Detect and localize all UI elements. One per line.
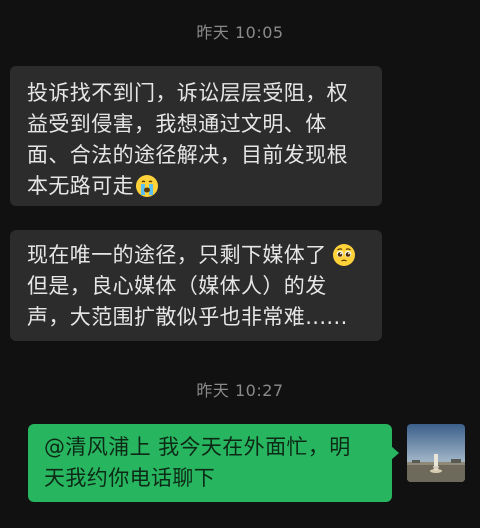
timestamp: 昨天 10:05 — [196, 23, 284, 42]
pleading-face-emoji — [332, 244, 355, 266]
message-line: 声，大范围扩散似乎也非常难...... — [27, 305, 348, 329]
crying-face-emoji — [136, 175, 158, 197]
message-line-text: 现在唯一的途径，只剩下媒体了 — [27, 243, 327, 267]
message-line: 天我约你电话聊下 — [44, 466, 216, 490]
message-line: @清风浦上 我今天在外面忙，明 — [44, 435, 351, 459]
incoming-message-bubble[interactable]: 投诉找不到门，诉讼层层受阻，权 益受到侵害，我想通过文明、体 面、合法的途径解决… — [10, 66, 382, 206]
message-line: 面、合法的途径解决，目前发现根 — [27, 143, 348, 167]
bubble-tail — [391, 446, 399, 460]
timestamp: 昨天 10:27 — [196, 381, 284, 400]
user-avatar[interactable] — [407, 424, 465, 482]
incoming-message-bubble[interactable]: 现在唯一的途径，只剩下媒体了 但是，良心媒体（媒体人）的发 声，大范围扩散似乎也… — [10, 230, 382, 341]
message-line: 益受到侵害，我想通过文明、体 — [27, 112, 327, 136]
message-line: 现在唯一的途径，只剩下媒体了 — [27, 240, 366, 271]
message-line: 投诉找不到门，诉讼层层受阻，权 — [27, 81, 348, 105]
outgoing-message-bubble[interactable]: @清风浦上 我今天在外面忙，明 天我约你电话聊下 — [28, 424, 399, 502]
message-line: 但是，良心媒体（媒体人）的发 — [27, 274, 327, 298]
user-avatar-image — [407, 424, 465, 482]
message-line-text: 本无路可走 — [27, 174, 134, 198]
message-line: 本无路可走 — [27, 171, 366, 202]
